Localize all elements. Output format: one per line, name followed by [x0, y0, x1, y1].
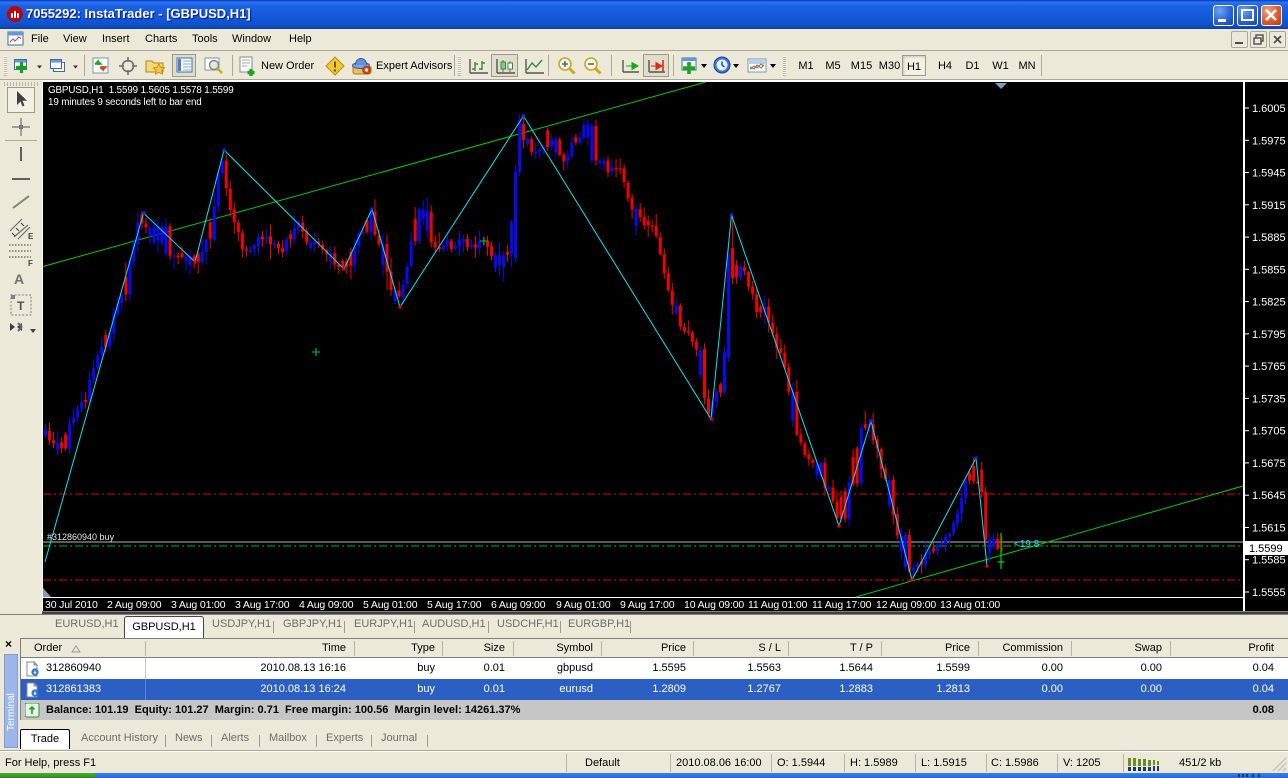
svg-text:9 Aug 17:00: 9 Aug 17:00 [620, 599, 675, 611]
svg-text:30 Jul 2010: 30 Jul 2010 [45, 599, 98, 611]
svg-text:1.5855: 1.5855 [1252, 264, 1286, 276]
svg-text:2 Aug 09:00: 2 Aug 09:00 [107, 599, 162, 611]
svg-text:GBPUSD,H1 1.5599 1.5605 1.557: GBPUSD,H1 1.5599 1.5605 1.5578 1.5599 [48, 85, 234, 96]
svg-text:1.5675: 1.5675 [1252, 458, 1286, 470]
svg-text:E: E [28, 232, 34, 241]
svg-text:13 Aug 01:00: 13 Aug 01:00 [940, 599, 1000, 611]
svg-text:5 Aug 17:00: 5 Aug 17:00 [427, 599, 482, 611]
svg-text:4 Aug 09:00: 4 Aug 09:00 [299, 599, 354, 611]
svg-text:1.6005: 1.6005 [1252, 103, 1286, 115]
svg-text:5 Aug 01:00: 5 Aug 01:00 [363, 599, 418, 611]
svg-text:1.5599: 1.5599 [1249, 543, 1283, 555]
svg-text:19 minutes 9 seconds left to b: 19 minutes 9 seconds left to bar end [48, 97, 202, 108]
svg-text:F: F [28, 259, 33, 266]
svg-text:1.5645: 1.5645 [1252, 490, 1286, 502]
svg-text:1.5945: 1.5945 [1252, 168, 1286, 180]
svg-text:T: T [17, 299, 25, 313]
svg-text:1.5555: 1.5555 [1252, 587, 1286, 599]
svg-text:1.5795: 1.5795 [1252, 329, 1286, 341]
svg-text:1.5585: 1.5585 [1252, 555, 1286, 567]
svg-text:<19.8: <19.8 [1014, 539, 1040, 550]
svg-text:11 Aug 01:00: 11 Aug 01:00 [748, 599, 808, 611]
svg-text:9 Aug 01:00: 9 Aug 01:00 [556, 599, 611, 611]
svg-text:12 Aug 09:00: 12 Aug 09:00 [876, 599, 936, 611]
svg-text:3 Aug 17:00: 3 Aug 17:00 [235, 599, 290, 611]
svg-text:1.5915: 1.5915 [1252, 200, 1286, 212]
svg-text:1.5735: 1.5735 [1252, 393, 1286, 405]
svg-text:6 Aug 09:00: 6 Aug 09:00 [491, 599, 546, 611]
svg-text:#312860940 buy: #312860940 buy [47, 532, 115, 542]
svg-text:1.5885: 1.5885 [1252, 232, 1286, 244]
svg-text:1.5825: 1.5825 [1252, 297, 1286, 309]
svg-text:1.5975: 1.5975 [1252, 135, 1286, 147]
svg-text:10 Aug 09:00: 10 Aug 09:00 [684, 599, 744, 611]
svg-text:11 Aug 17:00: 11 Aug 17:00 [812, 599, 872, 611]
svg-text:1.5765: 1.5765 [1252, 361, 1286, 373]
svg-text:3 Aug 01:00: 3 Aug 01:00 [171, 599, 226, 611]
svg-text:1.5705: 1.5705 [1252, 426, 1286, 438]
svg-text:1.5615: 1.5615 [1252, 523, 1286, 535]
